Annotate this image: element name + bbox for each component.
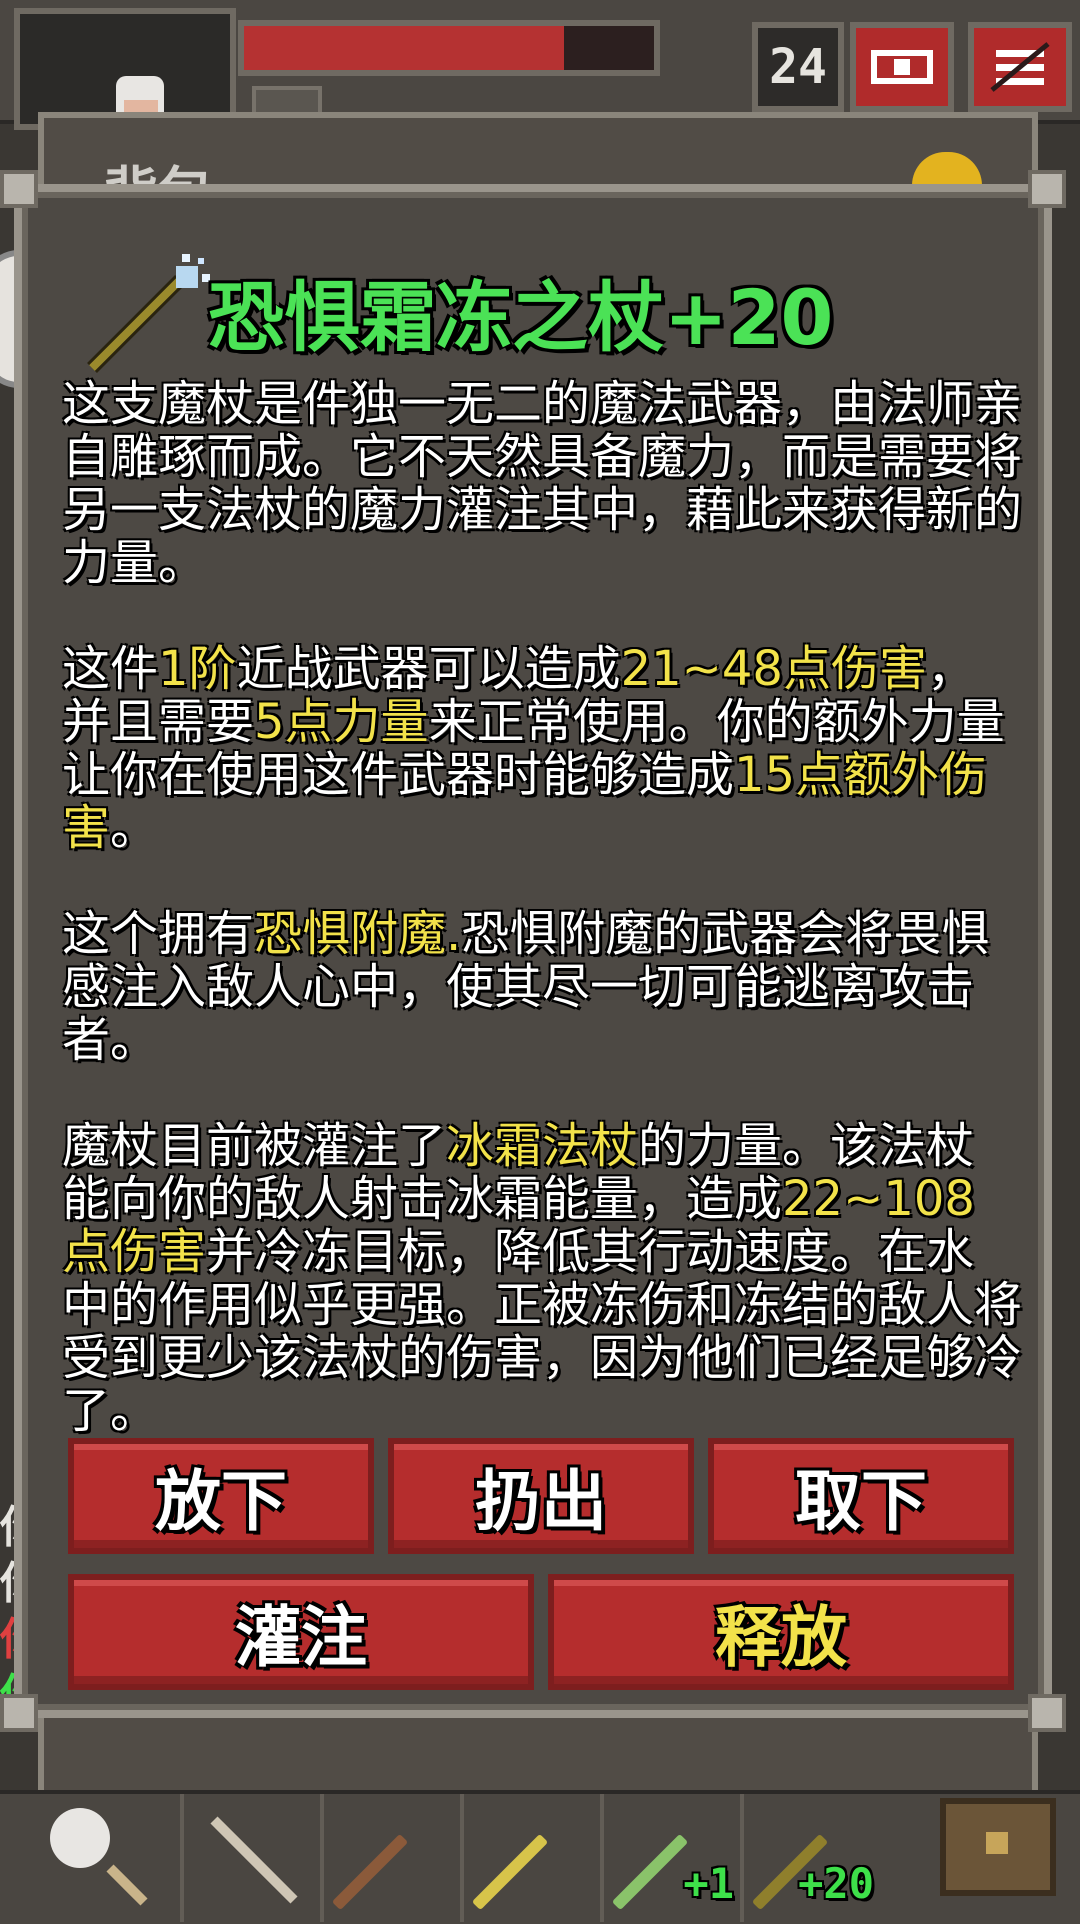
desc-text: 。 [110,800,159,856]
desc-text: 并冷冻目标，降低其行动速度。在水中的作用似乎更强。正被冻伤和冻结的敌人将受到更少… [62,1224,1023,1439]
menu-button[interactable] [968,22,1072,112]
dialog-corner [0,1694,38,1732]
dialog-corner [1028,170,1066,208]
item-info-dialog: 恐惧霜冻之杖+20 这支魔杖是件独一无二的魔法武器，由法师亲自雕琢而成。它不天然… [0,170,1066,1732]
health-bar [238,20,660,76]
depth-indicator[interactable]: 24 [752,22,844,112]
imbue-button[interactable]: 灌注 [68,1574,534,1690]
quickslot-pickaxe[interactable] [180,1794,324,1922]
dialog-corner [1028,1694,1066,1732]
staff-icon [331,1833,409,1911]
chest-lock [986,1832,1008,1854]
description-paragraph: 这个拥有恐惧附魔.恐惧附魔的武器会将畏惧感注入敌人心中，使其尽一切可能逃离攻击者… [62,908,1022,1067]
staff-icon [471,1833,549,1911]
description-paragraph: 魔杖目前被灌注了冰霜法杖的力量。该法杖能向你的敌人射击冰霜能量，造成22~108… [62,1120,1022,1438]
staff-icon [611,1833,689,1911]
quickslot[interactable] [320,1794,464,1922]
journal-icon [871,50,933,84]
unequip-button[interactable]: 取下 [708,1438,1014,1554]
desc-highlight: 5点力量 [254,694,429,750]
quickslot[interactable]: +1 [600,1794,744,1922]
menu-icon [990,42,1050,92]
desc-text: 这件 [62,641,159,697]
desc-highlight: 恐惧附魔. [254,906,462,962]
quickslot[interactable] [460,1794,604,1922]
item-title: 恐惧霜冻之杖+20 [208,273,834,362]
desc-highlight: 21~48点伤害 [620,641,927,697]
throw-button[interactable]: 扔出 [388,1438,694,1554]
item-description: 这支魔杖是件独一无二的魔法武器，由法师亲自雕琢而成。它不天然具备魔力，而是需要将… [62,378,1022,1491]
dialog-corner [0,170,38,208]
desc-text: 魔杖目前被灌注了 [62,1118,447,1174]
health-bar-fill [244,26,564,70]
desc-highlight: 1阶 [158,641,237,697]
quickslot-level: +1 [683,1859,734,1908]
release-button[interactable]: 释放 [548,1574,1014,1690]
desc-highlight: 冰霜法杖 [446,1118,639,1174]
quickslot[interactable]: +20 [740,1794,884,1922]
description-paragraph: 这支魔杖是件独一无二的魔法武器，由法师亲自雕琢而成。它不天然具备魔力，而是需要将… [62,376,1023,591]
pickaxe-icon [210,1816,298,1904]
search-icon [50,1808,148,1906]
desc-text: 近战武器可以造成 [236,641,621,697]
quickslot-search[interactable] [30,1794,170,1922]
quickslot-level: +20 [798,1859,874,1908]
description-paragraph: 这件1阶近战武器可以造成21~48点伤害，并且需要5点力量来正常使用。你的额外力… [62,643,1022,855]
backpack-chest-icon[interactable] [940,1798,1056,1896]
journal-button[interactable] [850,22,954,112]
quickslot-bar: +1 +20 [0,1790,1080,1924]
drop-button[interactable]: 放下 [68,1438,374,1554]
desc-text: 这个拥有 [62,906,255,962]
top-hud: 24 [0,0,1080,130]
